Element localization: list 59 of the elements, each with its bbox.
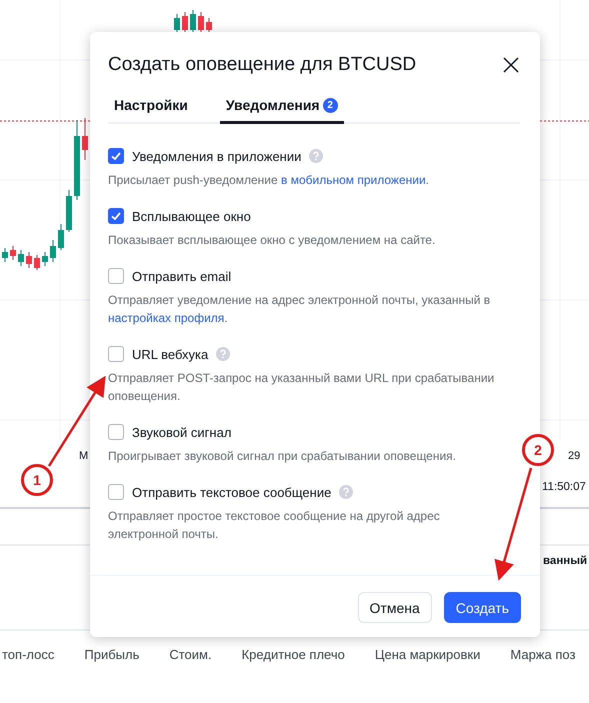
- option-description: Показывает всплывающее окно с уведомлением на сайте.: [108, 232, 436, 249]
- tab[interactable]: Уведомления 2: [220, 96, 344, 124]
- checkbox[interactable]: [108, 268, 124, 284]
- close-icon[interactable]: [502, 56, 520, 74]
- checkbox[interactable]: [108, 424, 124, 440]
- candle: [42, 252, 48, 266]
- checkbox[interactable]: [108, 484, 124, 500]
- option-label: Всплывающее окно: [132, 208, 251, 224]
- option-description: Присылает push-уведомление в мобильном приложении.: [108, 172, 430, 189]
- candle: [182, 12, 188, 34]
- candle: [58, 224, 64, 250]
- option-description: Отправляет простое текстовое сообщение на другой адрес электронной почты.: [108, 508, 441, 543]
- checkbox[interactable]: [108, 208, 124, 224]
- option-label: Отправить текстовое сообщение: [132, 484, 332, 500]
- option-description: Отправляет POST-запрос на указанный вами URL при срабатывании оповещения.: [108, 370, 496, 405]
- help-icon[interactable]: [216, 347, 230, 361]
- candle: [34, 254, 40, 270]
- candle: [66, 190, 72, 232]
- cancel-button[interactable]: Отмена: [358, 592, 432, 623]
- candle: [198, 12, 204, 34]
- candle: [18, 250, 24, 266]
- option-label: URL вебхука: [132, 346, 208, 362]
- settings-link[interactable]: настройках профиля: [108, 311, 224, 325]
- option-label: Отправить email: [132, 268, 232, 284]
- help-icon[interactable]: [339, 485, 354, 499]
- step-number: 2: [522, 434, 554, 466]
- checkbox[interactable]: [108, 346, 124, 362]
- count-badge: 2: [322, 98, 338, 112]
- option-label: Уведомления в приложении: [132, 148, 302, 164]
- time-label: 11:50:07: [542, 481, 586, 493]
- axis-label: 29: [568, 450, 580, 462]
- dialog-title: Создать оповещение для BTCUSD: [108, 54, 416, 76]
- help-icon[interactable]: [309, 149, 324, 163]
- check-icon: [110, 150, 122, 162]
- candle: [50, 240, 56, 262]
- check-icon: [110, 210, 122, 222]
- tab[interactable]: Настройки: [108, 96, 194, 124]
- checkbox[interactable]: [108, 148, 124, 164]
- candle: [10, 246, 16, 260]
- column-header: Маржа поз: [510, 647, 576, 662]
- option-label: Звуковой сигнал: [132, 424, 232, 440]
- column-header: Цена маркировки: [374, 647, 480, 662]
- column-header: Прибыль: [84, 647, 140, 662]
- column-header: Кредитное плечо: [242, 647, 345, 662]
- column-header: ванный: [543, 555, 588, 567]
- axis-label: М: [79, 450, 88, 462]
- settings-link[interactable]: в мобильном приложении: [281, 173, 426, 187]
- candle: [174, 14, 180, 34]
- candle: [190, 10, 196, 34]
- step-number: 1: [21, 464, 53, 496]
- option-description: Отправляет уведомление на адрес электронной почты, указанный в настройках профиля.: [108, 292, 492, 327]
- column-header: топ-лосс: [2, 647, 54, 662]
- create-button[interactable]: Создать: [444, 592, 521, 623]
- column-header: Стоим.: [169, 647, 212, 662]
- candle: [26, 252, 32, 268]
- candle: [206, 18, 212, 34]
- option-description: Проигрывает звуковой сигнал при срабатывании оповещения.: [108, 448, 458, 465]
- candle: [2, 248, 8, 262]
- candle: [82, 118, 88, 160]
